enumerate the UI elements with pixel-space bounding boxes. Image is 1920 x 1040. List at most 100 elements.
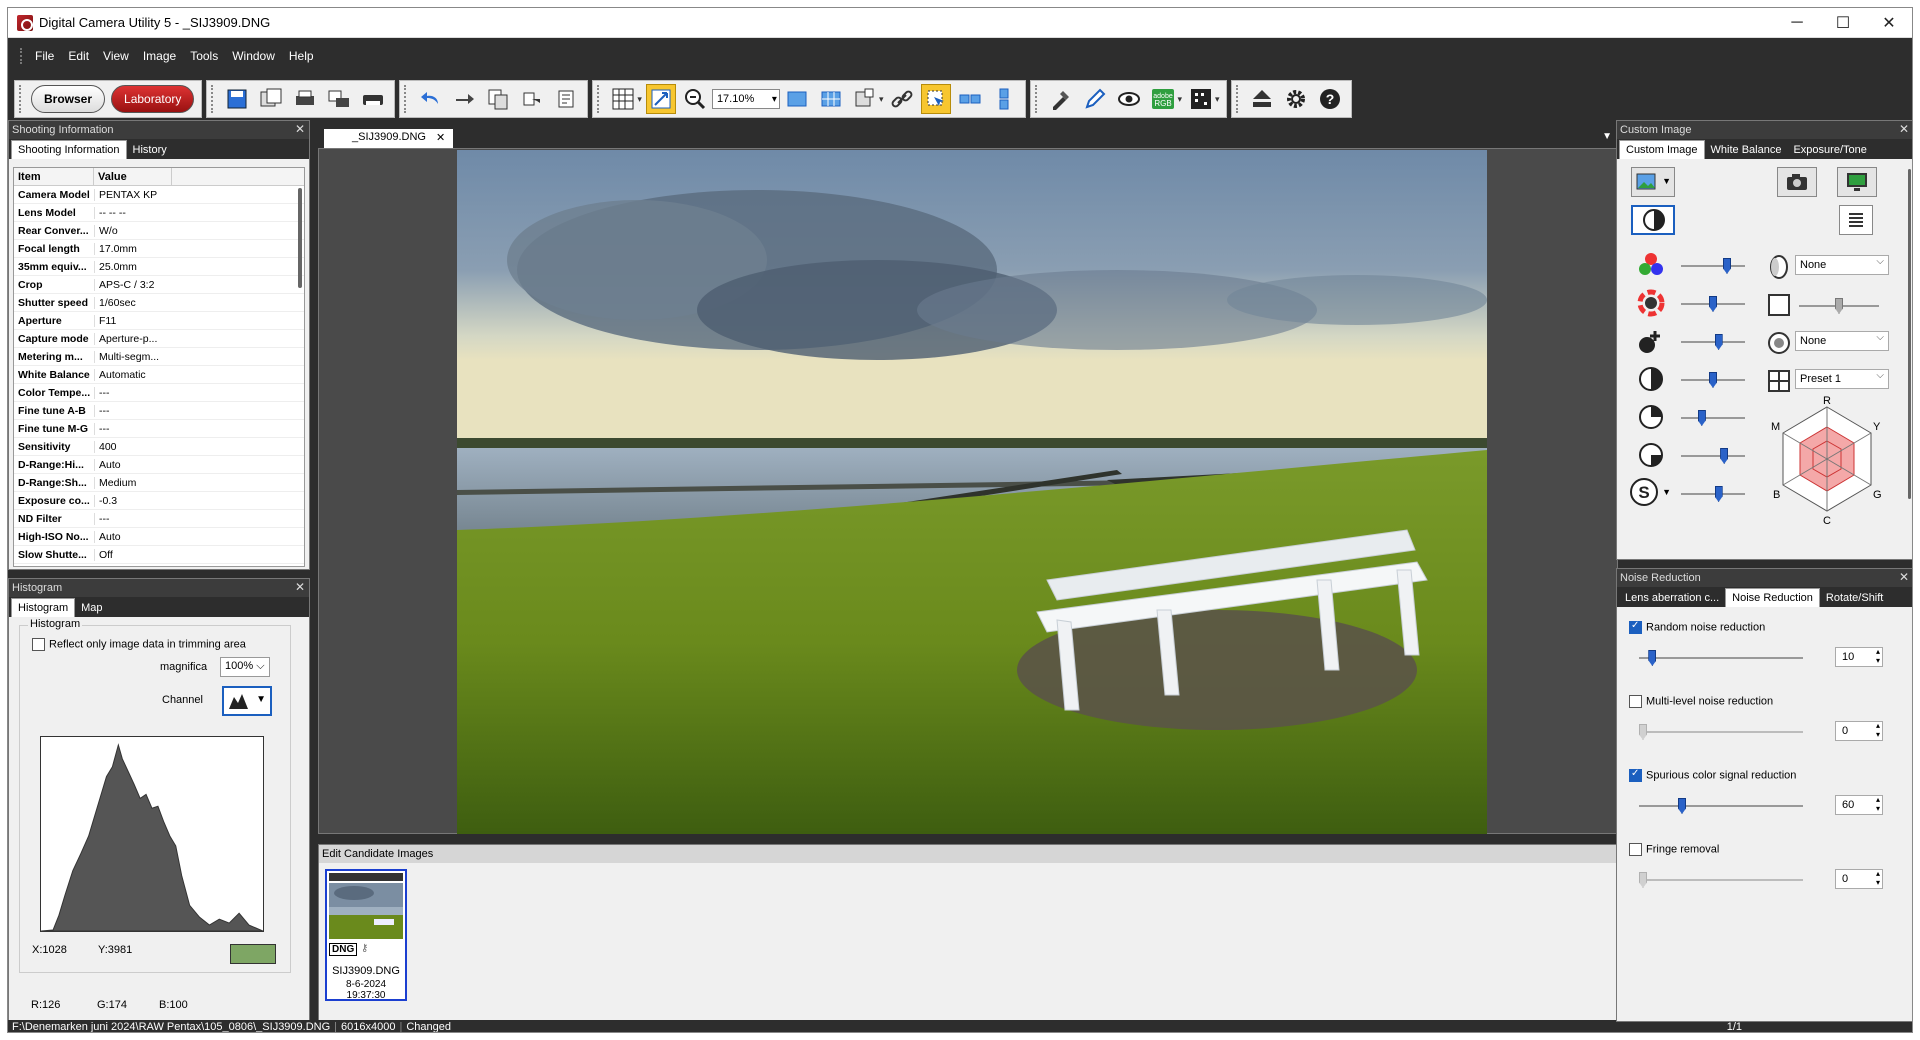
- slider-knob[interactable]: [1709, 296, 1717, 312]
- table-row[interactable]: Lens Model -- -- --: [14, 204, 304, 222]
- tab-lens-aberration[interactable]: Lens aberration c...: [1619, 589, 1725, 607]
- side-by-side-icon[interactable]: [955, 84, 985, 114]
- nr-slider[interactable]: [1639, 650, 1803, 666]
- nr-slider[interactable]: [1639, 724, 1803, 740]
- fit-to-window-icon[interactable]: [645, 84, 676, 114]
- redo-icon[interactable]: [449, 84, 479, 114]
- multi-view-icon[interactable]: [816, 84, 846, 114]
- contrast-mode-icon[interactable]: [1631, 205, 1675, 235]
- menu-window[interactable]: Window: [225, 49, 282, 63]
- tab-history[interactable]: History: [127, 141, 173, 159]
- slider-knob[interactable]: [1639, 724, 1647, 740]
- table-row[interactable]: Shutter speed 1/60sec: [14, 294, 304, 312]
- parameter-slider[interactable]: [1681, 258, 1745, 274]
- menu-tools[interactable]: Tools: [183, 49, 225, 63]
- menu-image[interactable]: Image: [136, 49, 183, 63]
- column-header-item[interactable]: Item: [14, 168, 94, 185]
- laboratory-button[interactable]: Laboratory: [111, 85, 195, 113]
- table-row[interactable]: High-ISO No... Auto: [14, 528, 304, 546]
- process-icon[interactable]: [551, 84, 581, 114]
- slider-knob[interactable]: [1709, 372, 1717, 388]
- color-preset-select[interactable]: Preset 1: [1795, 369, 1889, 389]
- chevron-down-icon[interactable]: ▾: [879, 94, 884, 105]
- minimize-button[interactable]: ─: [1774, 8, 1820, 38]
- menu-file[interactable]: File: [28, 49, 61, 63]
- save-icon[interactable]: [222, 84, 252, 114]
- document-tab[interactable]: _SIJ3909.DNG ✕: [324, 129, 454, 148]
- table-row[interactable]: D-Range:Hi... Auto: [14, 456, 304, 474]
- menu-help[interactable]: Help: [282, 49, 321, 63]
- tab-exposure-tone[interactable]: Exposure/Tone: [1787, 141, 1872, 159]
- nr-checkbox-row[interactable]: Multi-level noise reduction: [1629, 695, 1773, 708]
- table-row[interactable]: Exposure co... -0.3: [14, 492, 304, 510]
- adobe-rgb-icon[interactable]: adobe RGB: [1148, 84, 1178, 114]
- close-button[interactable]: ✕: [1866, 8, 1912, 38]
- parameter-slider[interactable]: [1681, 410, 1745, 426]
- compare-icon[interactable]: [850, 84, 880, 114]
- nr-checkbox[interactable]: [1629, 695, 1642, 708]
- nr-checkbox[interactable]: [1629, 620, 1642, 634]
- candidate-thumbnail[interactable]: DNG ⚷ SIJ3909.DNG 8-6-2024 19:37:30: [325, 869, 407, 1001]
- slider-knob[interactable]: [1714, 334, 1723, 350]
- slider-knob[interactable]: [1678, 798, 1686, 814]
- maximize-button[interactable]: ☐: [1820, 8, 1866, 38]
- image-viewer[interactable]: [318, 148, 1618, 834]
- nr-value-stepper[interactable]: 0: [1835, 869, 1883, 889]
- pixel-grid-icon[interactable]: [1186, 84, 1216, 114]
- reflect-checkbox[interactable]: [32, 638, 45, 651]
- list-icon[interactable]: [1839, 205, 1873, 235]
- help-icon[interactable]: ?: [1315, 84, 1345, 114]
- table-row[interactable]: Color Tempe... ---: [14, 384, 304, 402]
- nr-checkbox-row[interactable]: Random noise reduction: [1629, 620, 1765, 634]
- tab-noise-reduction[interactable]: Noise Reduction: [1725, 588, 1820, 607]
- nr-checkbox-row[interactable]: Spurious color signal reduction: [1629, 768, 1796, 782]
- color-radar[interactable]: [1767, 397, 1887, 527]
- nr-checkbox[interactable]: [1629, 768, 1642, 782]
- menu-edit[interactable]: Edit: [61, 49, 96, 63]
- toning-slider[interactable]: [1799, 298, 1879, 314]
- table-row[interactable]: ND Filter ---: [14, 510, 304, 528]
- table-row[interactable]: Rear Conver... W/o: [14, 222, 304, 240]
- printer-icon[interactable]: [358, 84, 388, 114]
- tab-rotate-shift[interactable]: Rotate/Shift: [1820, 589, 1889, 607]
- nr-slider[interactable]: [1639, 872, 1803, 888]
- scrollbar-thumb[interactable]: [298, 188, 302, 288]
- nr-checkbox-row[interactable]: Fringe removal: [1629, 843, 1719, 856]
- single-view-icon[interactable]: [782, 84, 812, 114]
- table-row[interactable]: Fine tune M-G ---: [14, 420, 304, 438]
- table-row[interactable]: Metering m... Multi-segm...: [14, 348, 304, 366]
- close-icon[interactable]: ✕: [295, 580, 305, 594]
- chevron-down-icon[interactable]: ▾: [1215, 94, 1220, 105]
- paste-params-icon[interactable]: [517, 84, 547, 114]
- pen-icon[interactable]: [1080, 84, 1110, 114]
- table-row[interactable]: 35mm equiv... 25.0mm: [14, 258, 304, 276]
- nr-slider[interactable]: [1639, 798, 1803, 814]
- table-row[interactable]: D-Range:Sh... Medium: [14, 474, 304, 492]
- chevron-down-icon[interactable]: ▾: [637, 94, 642, 105]
- close-icon[interactable]: ✕: [1899, 122, 1909, 136]
- slider-knob[interactable]: [1720, 448, 1729, 464]
- nr-value-stepper[interactable]: 10: [1835, 647, 1883, 667]
- slider-knob[interactable]: [1714, 486, 1723, 502]
- tab-shooting-information[interactable]: Shooting Information: [11, 140, 127, 159]
- camera-icon[interactable]: [1777, 167, 1817, 197]
- parameter-slider[interactable]: [1681, 448, 1745, 464]
- table-row[interactable]: Camera Model PENTAX KP: [14, 186, 304, 204]
- slider-knob[interactable]: [1648, 650, 1657, 666]
- monitor-icon[interactable]: [1837, 167, 1877, 197]
- slider-knob[interactable]: [1697, 410, 1706, 426]
- table-row[interactable]: Aperture F11: [14, 312, 304, 330]
- column-header-value[interactable]: Value: [94, 168, 172, 185]
- browser-button[interactable]: Browser: [31, 85, 106, 113]
- chevron-down-icon[interactable]: ▾: [1177, 94, 1182, 105]
- table-row[interactable]: Slow Shutte... Off: [14, 546, 304, 564]
- gear-icon[interactable]: [1281, 84, 1311, 114]
- nr-checkbox[interactable]: [1629, 843, 1642, 856]
- zoom-level-select[interactable]: 17.10%: [711, 89, 780, 109]
- channel-select[interactable]: ▼: [222, 686, 272, 716]
- filter-effect-select[interactable]: None: [1795, 255, 1889, 275]
- table-row[interactable]: Focal length 17.0mm: [14, 240, 304, 258]
- print-icon[interactable]: [290, 84, 320, 114]
- table-row[interactable]: Fine tune A-B ---: [14, 402, 304, 420]
- undo-icon[interactable]: [415, 84, 445, 114]
